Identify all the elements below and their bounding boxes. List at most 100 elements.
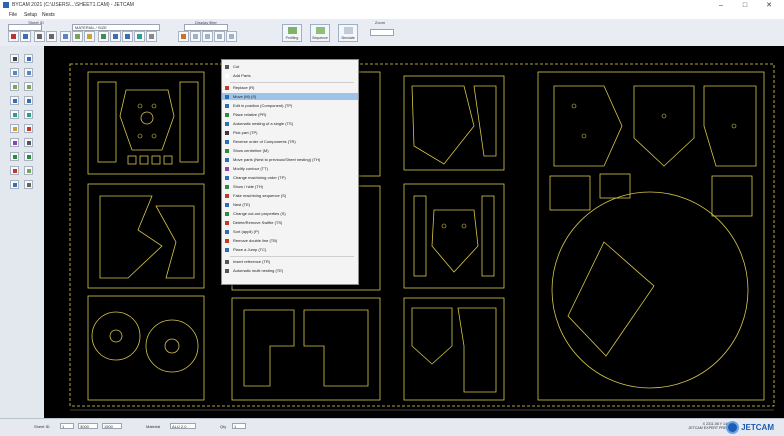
tool-rotate[interactable] (24, 96, 33, 105)
context-menu-item[interactable]: Pick part (TP) (222, 129, 358, 136)
context-menu-item[interactable]: Place a Jump (TC) (222, 246, 358, 253)
redo-button[interactable] (46, 31, 57, 42)
context-menu-item[interactable]: Place relative (PR) (222, 111, 358, 118)
zoom-in-button[interactable] (110, 31, 121, 42)
tool-line[interactable] (10, 68, 19, 77)
part-panel-large[interactable] (537, 71, 765, 401)
tool-nest[interactable] (10, 124, 19, 133)
tool-report[interactable] (10, 180, 19, 189)
sheet-field[interactable]: 1 (60, 423, 74, 429)
context-menu-item[interactable]: Insert reference (TR) (222, 258, 358, 265)
minimize-button[interactable]: – (712, 1, 730, 10)
material-field[interactable]: ALU 2.0 (170, 423, 196, 429)
nest-drawing[interactable] (44, 46, 784, 418)
sheet-icon (63, 34, 68, 39)
tool-circle[interactable] (24, 82, 33, 91)
filter-button-2[interactable] (190, 31, 201, 42)
tool-delete[interactable] (24, 124, 33, 133)
filter-icon (217, 34, 222, 39)
filter-button-5[interactable] (226, 31, 237, 42)
drawing-canvas[interactable] (44, 46, 784, 418)
order-icon (225, 175, 229, 180)
open-button[interactable] (20, 31, 31, 42)
context-menu-item[interactable]: Edit in position (Component) (TP) (222, 102, 358, 109)
display-combo[interactable] (184, 24, 228, 31)
cut-icon (13, 169, 17, 173)
part-panel[interactable] (87, 71, 205, 175)
zoom-fit-button[interactable] (134, 31, 145, 42)
showhide-icon (225, 184, 229, 189)
tool-copy[interactable] (24, 110, 33, 119)
context-menu-item-label: Nest (TE) (233, 202, 251, 207)
maximize-button[interactable]: □ (736, 1, 754, 10)
undo-button[interactable] (34, 31, 45, 42)
sheet-button[interactable] (60, 31, 71, 42)
pan-button[interactable] (146, 31, 157, 42)
context-menu-item[interactable]: Move parts (Nest to previous/Sheet nesti… (222, 156, 358, 163)
context-menu-item[interactable]: Reverse order of Components (TR) (222, 138, 358, 145)
filter-button-3[interactable] (202, 31, 213, 42)
context-menu-item[interactable]: Add Parts (222, 72, 358, 79)
context-menu-item[interactable]: Automatic nesting of a single (TS) (222, 120, 358, 127)
context-menu-item[interactable]: Show centreline (M) (222, 147, 358, 154)
zoom-out-button[interactable] (122, 31, 133, 42)
context-menu-item[interactable]: Show / hide (TH) (222, 183, 358, 190)
save-button[interactable] (8, 31, 19, 42)
tool-move[interactable] (10, 96, 19, 105)
sequence-button[interactable]: Sequence (310, 24, 330, 42)
tool-text[interactable] (24, 138, 33, 147)
height-field[interactable]: 1500 (102, 423, 122, 429)
part-panel[interactable] (231, 297, 381, 401)
lead-icon (27, 155, 31, 159)
jump-icon (225, 247, 229, 252)
zoom-combo[interactable] (370, 29, 394, 36)
context-menu-item[interactable]: Change machining order (TP) (222, 174, 358, 181)
filter-button-4[interactable] (214, 31, 225, 42)
context-menu-item[interactable]: Move (M) (S) (222, 93, 358, 100)
undo-icon (37, 34, 42, 39)
menu-nests[interactable]: Nests (42, 12, 55, 18)
filter-icon (205, 34, 210, 39)
context-menu-item[interactable]: Cut (222, 63, 358, 70)
context-menu-item[interactable]: Replace (R) (222, 84, 358, 91)
select-button[interactable] (98, 31, 109, 42)
tool-bridge[interactable] (24, 166, 33, 175)
tool-sequence[interactable] (10, 152, 19, 161)
qty-field[interactable]: 1 (232, 423, 246, 429)
edit-icon (225, 103, 229, 108)
grid-button[interactable] (72, 31, 83, 42)
part-panel[interactable] (403, 297, 505, 401)
layers-button[interactable] (84, 31, 95, 42)
profiling-button[interactable]: Profiling (282, 24, 302, 42)
width-field[interactable]: 3000 (78, 423, 98, 429)
sheet-combo[interactable] (8, 24, 42, 31)
tool-select[interactable] (10, 54, 19, 63)
context-menu: Cut Add Parts Replace (R) Move (M) (S) Edit … (221, 59, 359, 285)
context-menu-item-label: Reverse order of Components (TR) (233, 139, 296, 144)
tool-cut[interactable] (10, 166, 19, 175)
context-menu-item[interactable]: Remove double line (TB) (222, 237, 358, 244)
sort-icon (225, 229, 229, 234)
context-menu-item[interactable]: Sort (appli) (P) (222, 228, 358, 235)
tool-settings[interactable] (24, 180, 33, 189)
large-disc[interactable] (551, 191, 749, 389)
simulate-button[interactable]: Simulate (338, 24, 358, 42)
context-menu-item[interactable]: Automatic multi nesting (TE) (222, 267, 358, 274)
context-menu-item[interactable]: Fake machining sequence (S) (222, 192, 358, 199)
material-combo[interactable]: MATERIAL / SIZE (72, 24, 160, 31)
context-menu-item[interactable]: Nest (TE) (222, 201, 358, 208)
tool-measure[interactable] (10, 138, 19, 147)
tool-pan[interactable] (24, 54, 33, 63)
context-menu-item[interactable]: Delete/Remove Swiftie (TS) (222, 219, 358, 226)
tool-arc[interactable] (24, 68, 33, 77)
menu-setup[interactable]: Setup (24, 12, 37, 18)
tool-rect[interactable] (10, 82, 19, 91)
part-panel[interactable] (87, 183, 205, 289)
filter-button-1[interactable] (178, 31, 189, 42)
close-button[interactable]: ✕ (760, 1, 778, 10)
context-menu-item[interactable]: Change cut-out properties (S) (222, 210, 358, 217)
tool-lead[interactable] (24, 152, 33, 161)
menu-file[interactable]: File (9, 12, 17, 18)
context-menu-item[interactable]: Modify contour (TT) (222, 165, 358, 172)
tool-mirror[interactable] (10, 110, 19, 119)
